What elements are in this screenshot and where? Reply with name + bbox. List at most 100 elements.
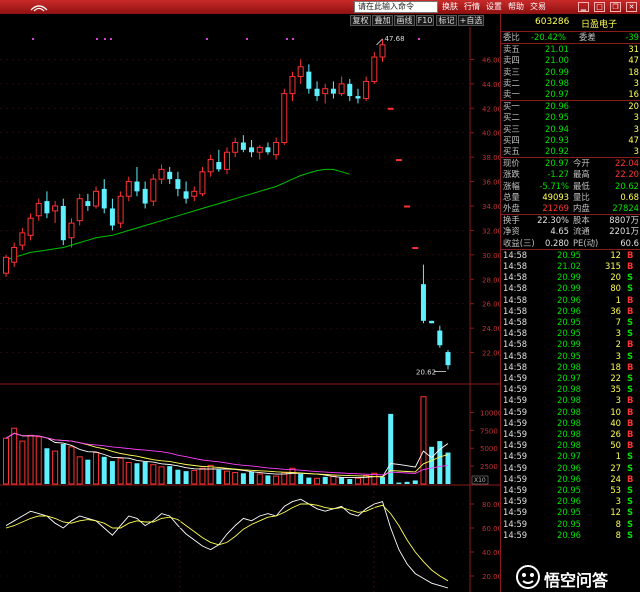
quote-label: 量比: [573, 191, 590, 202]
ask-level-label: 卖五: [503, 44, 520, 55]
kline-chart[interactable]: 46.00 44.00 42.00 40.00 38.00 36.00 34.00 32.00…: [0, 27, 502, 592]
volume-bar: [19, 440, 26, 485]
candle-body: [52, 205, 59, 212]
order-diff-label: 委差: [579, 32, 596, 42]
bid-level-row: 买一 20.96 20: [501, 101, 640, 112]
tick-row: 14:59 20.97 22 S: [501, 373, 640, 384]
indicator-line-0: [5, 498, 449, 589]
candle-body: [125, 181, 132, 197]
ask-price: 20.97: [545, 89, 569, 99]
menu-help[interactable]: 帮助: [508, 1, 524, 13]
volume-bar: [273, 475, 280, 485]
stock-code: 603286: [535, 17, 570, 27]
bid-level-label: 买一: [503, 101, 520, 112]
volume-bar: [265, 475, 271, 484]
title-bar: 请在此输入命令 换肤 行情 设置 帮助 交易 ▁ □ ❐ ✕: [0, 0, 640, 14]
tick-direction: S: [627, 518, 634, 529]
stats-value: 4.65: [550, 226, 569, 237]
tick-direction: S: [627, 328, 634, 339]
restore-rights-button[interactable]: 复权: [350, 15, 371, 26]
menu-quotes[interactable]: 行情: [464, 1, 480, 13]
candle-body: [363, 80, 370, 100]
quote-value: 27824: [612, 203, 639, 213]
signal-marker: [104, 38, 106, 40]
tick-direction: S: [627, 529, 634, 540]
volume-bar: [322, 476, 328, 484]
f10-button[interactable]: F10: [416, 15, 434, 26]
indicator-line-1: [5, 503, 449, 582]
tick-volume: 35: [610, 384, 621, 395]
candle-body: [44, 201, 50, 214]
tick-row: 14:58 20.95 3 S: [501, 351, 640, 362]
tick-price: 20.95: [557, 507, 581, 518]
tick-time: 14:58: [503, 261, 528, 271]
tick-time: 14:59: [503, 406, 528, 417]
tick-row: 14:58 20.98 18 B: [501, 362, 640, 373]
minimize-icon[interactable]: ▁: [578, 2, 589, 12]
overlay-button[interactable]: 叠加: [372, 15, 393, 26]
bid-price: 20.95: [545, 112, 569, 123]
candle-body: [249, 147, 255, 153]
stats-row: 换手 22.30% 股本 8807万: [501, 215, 640, 226]
y-tick-label: 36.00: [482, 179, 500, 187]
quote-panel: 603286 日盈电子 委比 -20.42% 委差 -39 卖五 21.01 31 卖四 21.…: [500, 14, 640, 592]
watermark-text: 悟空问答: [544, 571, 609, 590]
tick-time: 14:59: [503, 473, 528, 484]
tick-row: 14:59 20.98 10 B: [501, 407, 640, 418]
tick-time: 14:58: [503, 294, 528, 305]
mark-button[interactable]: 标记: [436, 15, 457, 26]
restore-icon[interactable]: ❐: [610, 2, 621, 12]
candle-body: [199, 171, 206, 195]
volume-bar: [363, 474, 370, 485]
chart-canvas[interactable]: 46.00 44.00 42.00 40.00 38.00 36.00 34.00 32.00…: [0, 27, 502, 592]
volume-bar: [125, 462, 132, 485]
tick-time: 14:59: [503, 384, 528, 395]
candle-body: [412, 247, 419, 250]
candle-body: [371, 56, 378, 82]
volume-bar: [60, 443, 66, 484]
tick-time: 14:59: [503, 395, 528, 406]
bid-level-row: 买二 20.95 3: [501, 112, 640, 123]
tick-row: 14:58 20.95 3 S: [501, 328, 640, 339]
tick-time: 14:59: [503, 373, 528, 383]
draw-line-button[interactable]: 画线: [394, 15, 415, 26]
candle-body: [60, 206, 66, 241]
quote-row: 总量 49093 量比 0.68: [501, 192, 640, 203]
tick-volume: 80: [610, 283, 621, 294]
close-icon[interactable]: ✕: [626, 2, 637, 12]
candle-body: [224, 151, 230, 170]
candle-body: [445, 352, 451, 366]
tick-price: 20.96: [557, 462, 581, 473]
menu-trade[interactable]: 交易: [530, 1, 546, 13]
order-diff-value: -39: [625, 32, 639, 42]
bid-price: 20.94: [545, 123, 569, 134]
volume-bar: [101, 456, 107, 484]
volume-bar: [117, 457, 124, 485]
menu-settings[interactable]: 设置: [486, 1, 502, 13]
volume-bar: [44, 448, 50, 484]
candle-body: [167, 171, 173, 180]
candle-body: [429, 320, 435, 324]
tick-price: 20.96: [557, 294, 581, 305]
tick-direction: S: [627, 462, 634, 473]
ask-level-row: 卖四 21.00 47: [501, 55, 640, 66]
candle-body: [134, 181, 140, 192]
quote-value: -1.27: [547, 169, 569, 180]
candle-body: [232, 141, 239, 153]
add-favorite-button[interactable]: +自选: [458, 15, 484, 26]
maximize-icon[interactable]: □: [594, 2, 605, 12]
quote-label: 涨幅: [503, 180, 520, 191]
bid-level-label: 买五: [503, 146, 520, 156]
tick-volume: 8: [615, 529, 621, 540]
quote-label: 今开: [573, 158, 590, 169]
menu-skin[interactable]: 换肤: [442, 1, 458, 13]
volume-bar: [175, 469, 181, 484]
stats-row: 收益(三) 0.280 PE(动) 60.6: [501, 238, 640, 249]
candle-body: [297, 66, 304, 78]
tick-price: 20.95: [557, 249, 581, 260]
ask-price: 21.01: [545, 44, 569, 55]
indicator-tick-label: 80.00: [482, 501, 500, 509]
tick-direction: S: [627, 272, 634, 283]
tick-row: 14:58 20.99 2 B: [501, 339, 640, 350]
command-search-input[interactable]: 请在此输入命令: [354, 1, 438, 13]
